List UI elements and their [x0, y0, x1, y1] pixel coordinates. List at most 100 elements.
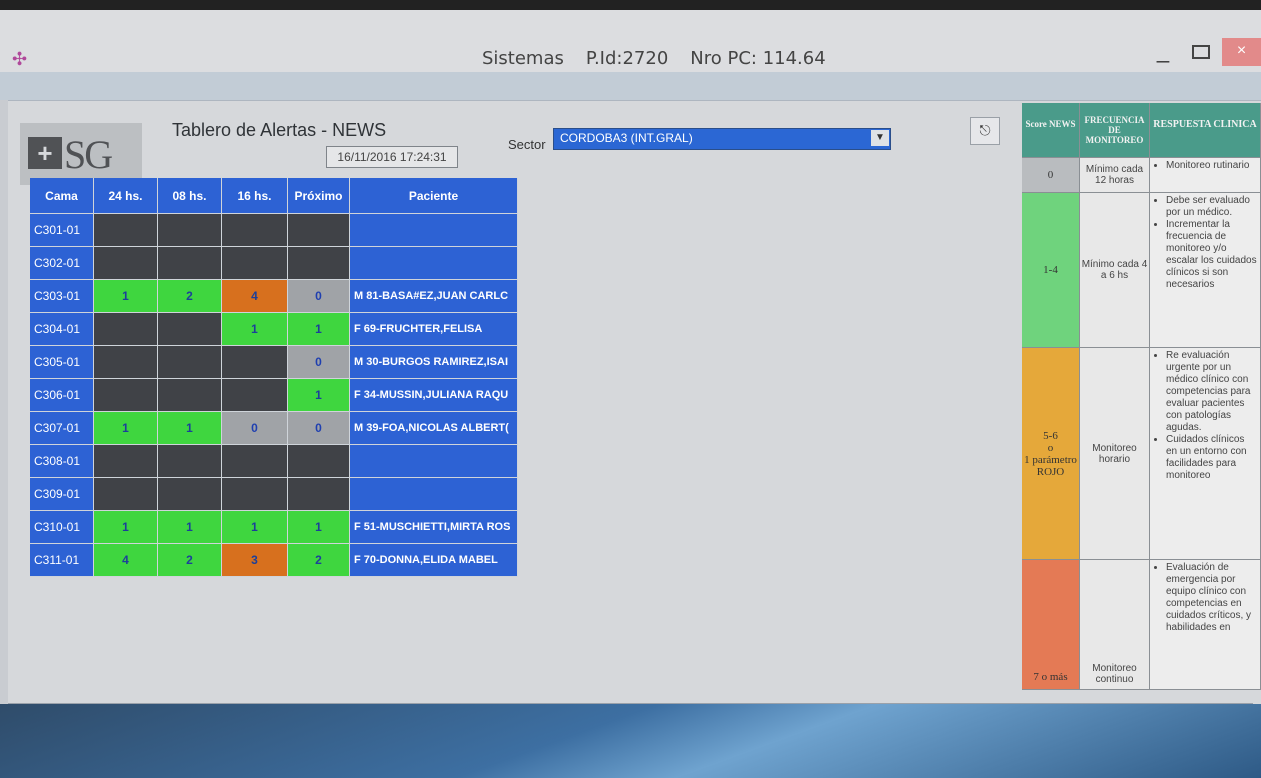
bed-label[interactable]: C302-01	[30, 247, 94, 280]
score-cell[interactable]	[288, 478, 350, 511]
score-cell[interactable]: 2	[288, 544, 350, 577]
score-cell[interactable]: 3	[222, 544, 288, 577]
title-pid: P.Id:2720	[585, 48, 669, 69]
score-cell[interactable]	[222, 214, 288, 247]
score-cell[interactable]	[94, 478, 158, 511]
bed-label[interactable]: C307-01	[30, 412, 94, 445]
patient-name[interactable]: F 51-MUSCHIETTI,MIRTA ROS	[350, 511, 518, 544]
news-score-cell: 1-4	[1022, 193, 1080, 348]
score-cell[interactable]	[158, 247, 222, 280]
score-cell[interactable]	[158, 313, 222, 346]
bed-label[interactable]: C308-01	[30, 445, 94, 478]
score-cell[interactable]	[222, 478, 288, 511]
news-frequency-cell: Mínimo cada 12 horas	[1080, 158, 1150, 193]
patient-name[interactable]: M 39-FOA,NICOLAS ALBERT(	[350, 412, 518, 445]
bed-label[interactable]: C303-01	[30, 280, 94, 313]
score-cell[interactable]	[158, 346, 222, 379]
news-header-score: Score NEWS	[1022, 103, 1080, 158]
score-cell[interactable]	[94, 247, 158, 280]
patient-name[interactable]: F 69-FRUCHTER,FELISA	[350, 313, 518, 346]
score-cell[interactable]: 1	[158, 412, 222, 445]
score-cell[interactable]: 2	[158, 544, 222, 577]
score-cell[interactable]: 1	[94, 511, 158, 544]
sector-label: Sector	[508, 137, 546, 152]
patient-name[interactable]: M 81-BASA#EZ,JUAN CARLC	[350, 280, 518, 313]
score-cell[interactable]	[222, 247, 288, 280]
score-cell[interactable]: 1	[158, 511, 222, 544]
news-score-cell: 7 o más	[1022, 560, 1080, 690]
maximize-button[interactable]	[1186, 38, 1216, 66]
score-cell[interactable]	[222, 346, 288, 379]
score-cell[interactable]: 0	[222, 412, 288, 445]
bed-label[interactable]: C301-01	[30, 214, 94, 247]
news-response-cell: Re evaluación urgente por un médico clín…	[1150, 348, 1261, 560]
sector-select[interactable]: CORDOBA3 (INT.GRAL) ▼	[553, 128, 891, 150]
score-cell[interactable]: 0	[288, 346, 350, 379]
score-cell[interactable]: 2	[158, 280, 222, 313]
score-cell[interactable]	[158, 478, 222, 511]
response-item: Monitoreo rutinario	[1166, 160, 1258, 172]
bed-label[interactable]: C309-01	[30, 478, 94, 511]
score-cell[interactable]: 1	[94, 280, 158, 313]
column-header: Próximo	[288, 178, 350, 214]
score-cell[interactable]: 0	[288, 280, 350, 313]
response-item: Evaluación de emergencia por equipo clín…	[1166, 562, 1258, 634]
response-item: Re evaluación urgente por un médico clín…	[1166, 350, 1258, 434]
score-cell[interactable]: 4	[94, 544, 158, 577]
score-cell[interactable]: 1	[222, 511, 288, 544]
score-cell[interactable]	[222, 445, 288, 478]
column-header: 08 hs.	[158, 178, 222, 214]
score-cell[interactable]	[288, 247, 350, 280]
bed-label[interactable]: C311-01	[30, 544, 94, 577]
chevron-down-icon[interactable]: ▼	[871, 130, 889, 146]
news-frequency-cell: Monitoreo horario	[1080, 348, 1150, 560]
title-pc: Nro PC: 114.64	[690, 48, 826, 69]
bed-label[interactable]: C305-01	[30, 346, 94, 379]
response-list: Evaluación de emergencia por equipo clín…	[1154, 562, 1258, 634]
patient-name[interactable]	[350, 247, 518, 280]
minimize-button[interactable]: _	[1146, 38, 1180, 66]
score-cell[interactable]: 1	[288, 313, 350, 346]
patient-name[interactable]	[350, 445, 518, 478]
score-cell[interactable]: 4	[222, 280, 288, 313]
score-cell[interactable]: 1	[94, 412, 158, 445]
news-reference-table: Score NEWS FRECUENCIA DE MONITOREO RESPUES…	[1022, 103, 1261, 690]
score-cell[interactable]	[94, 214, 158, 247]
score-cell[interactable]	[158, 214, 222, 247]
score-cell[interactable]	[222, 379, 288, 412]
datetime-display: 16/11/2016 17:24:31	[326, 146, 458, 168]
news-frequency-cell: Monitoreo continuo	[1080, 560, 1150, 690]
patient-name[interactable]: F 34-MUSSIN,JULIANA RAQU	[350, 379, 518, 412]
score-cell[interactable]: 1	[222, 313, 288, 346]
score-cell[interactable]: 1	[288, 511, 350, 544]
score-cell[interactable]	[94, 346, 158, 379]
bed-label[interactable]: C310-01	[30, 511, 94, 544]
column-header: 16 hs.	[222, 178, 288, 214]
response-list: Re evaluación urgente por un médico clín…	[1154, 350, 1258, 482]
score-cell[interactable]	[158, 445, 222, 478]
patient-name[interactable]	[350, 478, 518, 511]
score-cell[interactable]	[94, 379, 158, 412]
logo-plus-icon: +	[28, 137, 62, 169]
bed-label[interactable]: C304-01	[30, 313, 94, 346]
score-cell[interactable]: 1	[288, 379, 350, 412]
title-app: Sistemas	[482, 48, 564, 69]
sector-value: CORDOBA3 (INT.GRAL)	[560, 131, 693, 145]
news-header-freq: FRECUENCIA DE MONITOREO	[1080, 103, 1150, 158]
news-frequency-cell: Mínimo cada 4 a 6 hs	[1080, 193, 1150, 348]
news-header-resp: RESPUESTA CLINICA	[1150, 103, 1261, 158]
logo: + SG	[20, 123, 142, 185]
score-cell[interactable]	[288, 214, 350, 247]
score-cell[interactable]	[158, 379, 222, 412]
exit-button[interactable]: ⎋	[970, 117, 1000, 145]
bed-label[interactable]: C306-01	[30, 379, 94, 412]
score-cell[interactable]: 0	[288, 412, 350, 445]
score-cell[interactable]	[94, 445, 158, 478]
news-response-cell: Monitoreo rutinario	[1150, 158, 1261, 193]
score-cell[interactable]	[94, 313, 158, 346]
patient-name[interactable]	[350, 214, 518, 247]
patient-name[interactable]: F 70-DONNA,ELIDA MABEL	[350, 544, 518, 577]
close-button[interactable]: ×	[1222, 38, 1261, 66]
score-cell[interactable]	[288, 445, 350, 478]
patient-name[interactable]: M 30-BURGOS RAMIREZ,ISAI	[350, 346, 518, 379]
